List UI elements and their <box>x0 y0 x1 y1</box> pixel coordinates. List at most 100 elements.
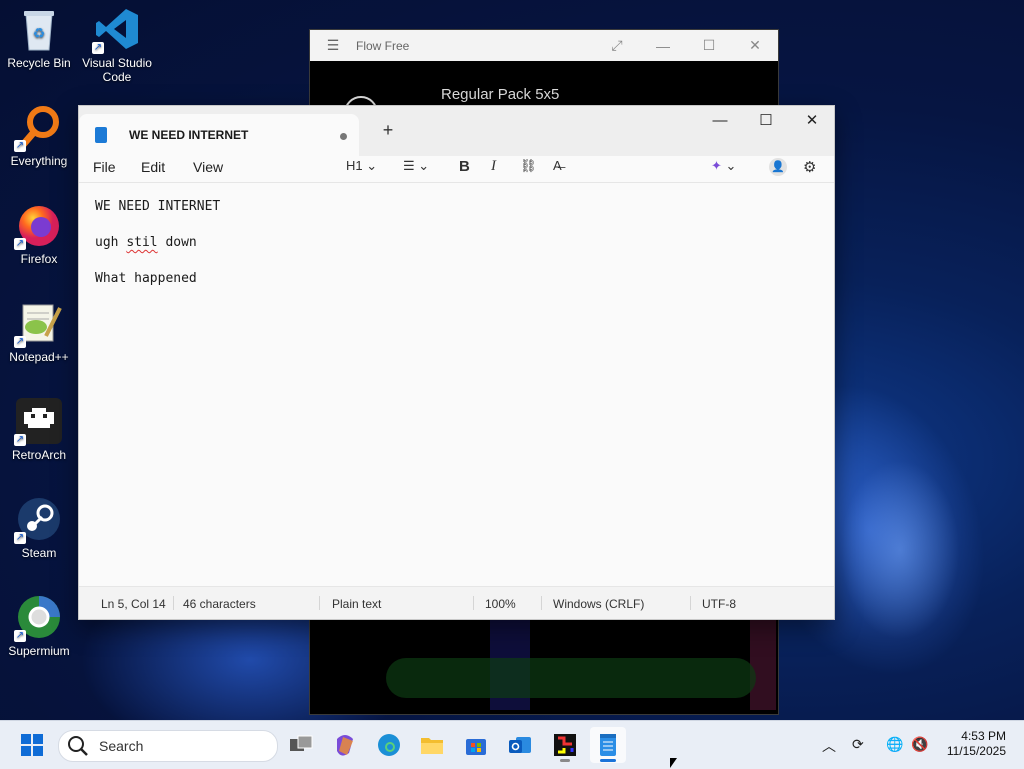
windows-logo-icon <box>21 734 43 756</box>
tab-we-need-internet[interactable]: WE NEED INTERNET <box>79 114 359 156</box>
clear-formatting-icon[interactable]: A̶ <box>553 158 562 173</box>
menu-view[interactable]: View <box>193 159 223 175</box>
recycle-bin-icon: ♻ <box>16 6 62 52</box>
text-line-1: WE NEED INTERNET <box>95 199 221 214</box>
text-format[interactable]: Plain text <box>332 597 381 611</box>
desktop-icon-vscode[interactable]: ↗ Visual Studio Code <box>78 6 156 84</box>
clock-date: 11/15/2025 <box>946 744 1006 758</box>
desktop-icon-everything[interactable]: ↗ Everything <box>0 104 78 168</box>
menu-edit[interactable]: Edit <box>141 159 165 175</box>
notepad-icon <box>600 734 616 756</box>
start-button[interactable] <box>14 727 50 763</box>
line-endings[interactable]: Windows (CRLF) <box>553 597 644 611</box>
retroarch-icon: ↗ <box>14 398 62 446</box>
desktop-icon-label: Notepad++ <box>9 350 69 364</box>
sync-icon[interactable]: ⟳ <box>852 736 864 753</box>
list-icon: ☰ <box>403 158 415 173</box>
list-dropdown[interactable]: ☰ ⌄ <box>403 158 429 174</box>
misspelled-word[interactable]: stil <box>126 235 157 250</box>
fullscreen-icon[interactable]: ⤢ <box>594 37 640 54</box>
status-bar: Ln 5, Col 14 46 characters Plain text 10… <box>79 586 834 619</box>
search-box[interactable]: Search <box>58 730 278 762</box>
desktop-icon-retroarch[interactable]: ↗ RetroArch <box>0 398 78 462</box>
folder-icon <box>421 738 443 754</box>
outlook-taskbar-button[interactable] <box>502 727 538 763</box>
volume-muted-icon[interactable]: 🔇 <box>911 736 928 753</box>
mouse-cursor <box>670 758 677 768</box>
desktop-icon-label: Recycle Bin <box>7 56 71 70</box>
search-placeholder: Search <box>99 738 144 754</box>
notepad-taskbar-button[interactable] <box>590 727 626 763</box>
desktop-icon-label: Visual Studio Code <box>82 56 152 84</box>
copilot-taskbar-button[interactable] <box>327 727 363 763</box>
text-line-3: What happened <box>95 271 197 286</box>
level-bar[interactable] <box>386 658 756 698</box>
minimize-button[interactable]: — <box>697 106 743 136</box>
cursor-position: Ln 5, Col 14 <box>101 597 166 611</box>
maximize-button[interactable]: ☐ <box>743 106 789 136</box>
encoding[interactable]: UTF-8 <box>702 597 736 611</box>
clock-time: 4:53 PM <box>961 729 1006 743</box>
flow-free-taskbar-button[interactable] <box>547 727 583 763</box>
copilot-icon[interactable]: ✦ ⌄ <box>711 158 736 174</box>
desktop-icon-recycle-bin[interactable]: ♻ Recycle Bin <box>0 6 78 70</box>
store-icon <box>466 739 486 755</box>
text-line-2: ugh stil down <box>95 235 197 250</box>
edge-taskbar-button[interactable] <box>371 727 407 763</box>
desktop-icon-steam[interactable]: ↗ Steam <box>0 496 78 560</box>
desktop-icon-label: Supermium <box>8 644 70 658</box>
text-segment: down <box>157 235 197 250</box>
menu-file[interactable]: File <box>93 159 116 175</box>
pack-name: Regular Pack 5x5 <box>441 86 560 103</box>
supermium-icon: ↗ <box>14 594 62 642</box>
bold-button[interactable]: B <box>459 158 470 175</box>
desktop-icon-supermium[interactable]: ↗ Supermium <box>0 594 78 658</box>
settings-gear-icon[interactable]: ⚙ <box>803 158 816 176</box>
flow-free-icon <box>554 734 576 756</box>
new-tab-button[interactable]: + <box>377 120 399 141</box>
active-indicator <box>600 759 616 762</box>
text-editor[interactable]: WE NEED INTERNET ugh stil down What happ… <box>79 183 834 587</box>
store-taskbar-button[interactable] <box>458 727 494 763</box>
close-button[interactable]: ✕ <box>732 37 778 54</box>
steam-icon: ↗ <box>14 496 62 544</box>
desktop-icon-notepad-plus-plus[interactable]: ↗ Notepad++ <box>0 300 78 364</box>
svg-text:♻: ♻ <box>33 25 46 41</box>
desktop-icon-firefox[interactable]: ↗ Firefox <box>0 202 78 266</box>
menu-bar: File Edit View H1 ⌄ ☰ ⌄ B I ⛓ A̶ ✦ ⌄ 👤 ⚙ <box>79 156 834 183</box>
unsaved-dot-icon[interactable] <box>340 133 347 140</box>
heading-dropdown[interactable]: H1 ⌄ <box>346 158 377 174</box>
taskbar: Search ︿ ⟳ 🌐 🔇 4:53 PM 11/15/2025 <box>0 720 1024 769</box>
chevron-down-icon: ⌄ <box>725 158 737 173</box>
outlook-icon <box>509 737 531 753</box>
link-icon[interactable]: ⛓ <box>520 158 537 174</box>
vscode-icon: ↗ <box>92 6 140 54</box>
file-explorer-taskbar-button[interactable] <box>414 727 450 763</box>
notepad-icon <box>95 127 107 143</box>
chevron-up-icon[interactable]: ︿ <box>822 736 836 756</box>
character-count: 46 characters <box>183 597 256 611</box>
italic-button[interactable]: I <box>491 158 496 175</box>
search-icon <box>68 736 88 756</box>
heading-label: H1 <box>346 158 363 173</box>
network-globe-icon[interactable]: 🌐 <box>886 736 903 753</box>
minimize-button[interactable]: — <box>640 38 686 54</box>
desktop-icon-label: RetroArch <box>11 448 67 462</box>
edge-icon <box>378 734 400 756</box>
firefox-icon: ↗ <box>14 202 62 250</box>
notepad-titlebar[interactable]: WE NEED INTERNET + — ☐ ✕ <box>79 106 834 156</box>
hamburger-menu-icon[interactable]: ☰ <box>310 37 356 54</box>
desktop-icon-label: Steam <box>21 546 57 560</box>
everything-search-icon: ↗ <box>14 104 62 152</box>
account-icon[interactable]: 👤 <box>769 158 787 176</box>
maximize-button[interactable]: ☐ <box>686 37 732 54</box>
zoom-level[interactable]: 100% <box>485 597 516 611</box>
text-segment: ugh <box>95 235 127 250</box>
notepad-window[interactable]: WE NEED INTERNET + — ☐ ✕ File Edit View … <box>78 105 835 620</box>
flow-free-titlebar[interactable]: ☰ Flow Free ⤢ — ☐ ✕ <box>310 30 778 61</box>
close-button[interactable]: ✕ <box>789 106 835 136</box>
desktop-icon-label: Firefox <box>20 252 58 266</box>
task-view-button[interactable] <box>283 727 319 763</box>
chevron-down-icon: ⌄ <box>366 158 378 173</box>
clock[interactable]: 4:53 PM 11/15/2025 <box>947 729 1006 759</box>
